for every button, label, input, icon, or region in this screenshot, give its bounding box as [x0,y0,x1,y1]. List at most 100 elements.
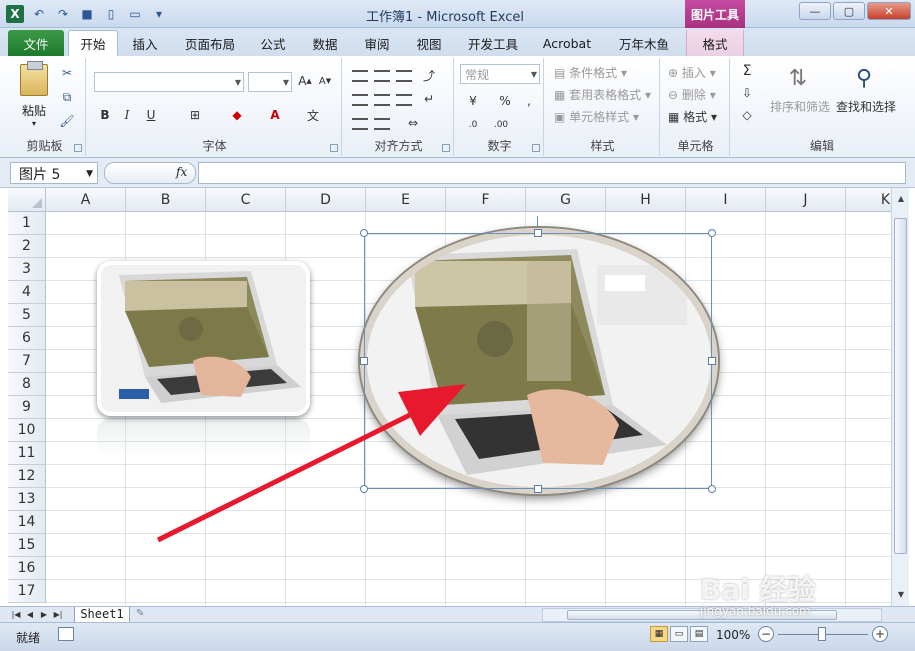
delete-cells-button[interactable]: ⊖ 删除 ▾ [668,86,716,103]
column-header-j[interactable]: J [766,188,846,212]
row-header-13[interactable]: 13 [8,488,46,511]
resize-handle-top[interactable] [534,229,542,237]
column-header-c[interactable]: C [206,188,286,212]
tab-file[interactable]: 文件 [8,30,64,56]
row-header-1[interactable]: 1 [8,212,46,235]
row-header-11[interactable]: 11 [8,442,46,465]
sort-filter-icon[interactable]: ⇅ [784,64,812,92]
row-header-9[interactable]: 9 [8,396,46,419]
align-center-icon[interactable] [374,94,390,106]
select-all-button[interactable] [8,188,46,212]
zoom-out-icon[interactable]: − [758,626,774,642]
resize-handle-bottom[interactable] [534,485,542,493]
align-middle-icon[interactable] [374,70,390,82]
number-launcher-icon[interactable] [532,144,540,152]
column-header-k[interactable]: K [846,188,891,212]
row-header-17[interactable]: 17 [8,580,46,603]
column-header-h[interactable]: H [606,188,686,212]
column-header-i[interactable]: I [686,188,766,212]
conditional-format-button[interactable]: ▤ 条件格式 ▾ [554,64,627,81]
decrease-decimal-icon[interactable]: .00 [492,116,510,134]
align-bottom-icon[interactable] [396,70,412,82]
resize-handle-left[interactable] [360,357,368,365]
tab-formulas[interactable]: 公式 [252,30,294,56]
insert-sheet-icon[interactable]: ✎ [136,608,158,622]
binoculars-icon[interactable]: ⚲ [850,64,878,92]
font-name-combo[interactable]: ▼ [94,72,244,92]
resize-handle-right[interactable] [708,357,716,365]
next-sheet-icon[interactable]: ▶ [38,608,50,621]
cell-styles-button[interactable]: ▣ 单元格样式 ▾ [554,108,639,125]
name-box[interactable]: 图片 5 ▼ [10,162,98,184]
new-icon[interactable]: ▯ [102,5,120,23]
row-header-5[interactable]: 5 [8,304,46,327]
insert-cells-button[interactable]: ⊕ 插入 ▾ [668,64,716,81]
insert-function-icon[interactable]: fx [176,165,187,179]
first-sheet-icon[interactable]: |◀ [10,608,22,621]
comma-icon[interactable]: , [520,92,538,110]
sort-filter-label[interactable]: 排序和筛选 [770,98,830,115]
format-cells-button[interactable]: ▦ 格式 ▾ [668,108,717,125]
redo-icon[interactable]: ↷ [54,5,72,23]
customize-icon[interactable]: ▾ [150,5,168,23]
row-header-4[interactable]: 4 [8,281,46,304]
alignment-launcher-icon[interactable] [442,144,450,152]
find-select-label[interactable]: 查找和选择 [836,98,896,115]
fill-color-icon[interactable]: ◆ [228,106,246,124]
excel-logo-icon[interactable]: X [6,5,24,23]
row-header-2[interactable]: 2 [8,235,46,258]
font-launcher-icon[interactable] [330,144,338,152]
resize-handle-top-left[interactable] [360,229,368,237]
save-icon[interactable]: ■ [78,5,96,23]
shrink-font-icon[interactable]: A ▼ [316,72,334,90]
row-header-16[interactable]: 16 [8,557,46,580]
column-header-d[interactable]: D [286,188,366,212]
undo-icon[interactable]: ↶ [30,5,48,23]
percent-icon[interactable]: % [496,92,514,110]
normal-view-icon[interactable]: ▦ [650,626,668,642]
tab-wannian-muyu[interactable]: 万年木鱼 [612,30,676,56]
bold-icon[interactable]: B [96,106,114,124]
decrease-indent-icon[interactable] [352,118,368,130]
vertical-scroll-thumb[interactable] [894,218,907,554]
tab-insert[interactable]: 插入 [124,30,166,56]
tab-format[interactable]: 格式 [686,30,744,56]
cut-icon[interactable]: ✂ [58,64,76,82]
tab-page-layout[interactable]: 页面布局 [178,30,242,56]
clipboard-launcher-icon[interactable] [74,144,82,152]
copy-icon[interactable]: ⧉ [58,88,76,106]
underline-icon[interactable]: U [142,106,160,124]
prev-sheet-icon[interactable]: ◀ [24,608,36,621]
page-break-view-icon[interactable]: ▤ [690,626,708,642]
resize-handle-bottom-left[interactable] [360,485,368,493]
phonetic-icon[interactable]: 文 [304,106,322,124]
zoom-slider-thumb[interactable] [818,627,826,641]
tab-review[interactable]: 审阅 [356,30,398,56]
sheet-tab-sheet1[interactable]: Sheet1 [74,607,130,623]
row-header-7[interactable]: 7 [8,350,46,373]
row-header-12[interactable]: 12 [8,465,46,488]
grow-font-icon[interactable]: A ▲ [296,72,314,90]
tab-acrobat[interactable]: Acrobat [536,30,598,56]
page-layout-view-icon[interactable]: ▭ [670,626,688,642]
row-header-15[interactable]: 15 [8,534,46,557]
fill-icon[interactable]: ⇩ [738,84,756,102]
column-header-g[interactable]: G [526,188,606,212]
font-size-combo[interactable]: ▼ [248,72,292,92]
row-header-14[interactable]: 14 [8,511,46,534]
number-format-combo[interactable]: 常规 ▼ [460,64,540,84]
picture-laptop-small[interactable] [97,261,310,416]
format-painter-icon[interactable]: 🖌 [58,112,76,130]
row-header-8[interactable]: 8 [8,373,46,396]
close-button[interactable]: ✕ [867,2,911,20]
row-header-10[interactable]: 10 [8,419,46,442]
row-header-6[interactable]: 6 [8,327,46,350]
font-color-icon[interactable]: A [266,106,284,124]
row-header-3[interactable]: 3 [8,258,46,281]
autosum-icon[interactable]: Σ [738,62,756,80]
increase-indent-icon[interactable] [374,118,390,130]
align-right-icon[interactable] [396,94,412,106]
column-header-f[interactable]: F [446,188,526,212]
zoom-in-icon[interactable]: + [872,626,888,642]
tab-data[interactable]: 数据 [304,30,346,56]
